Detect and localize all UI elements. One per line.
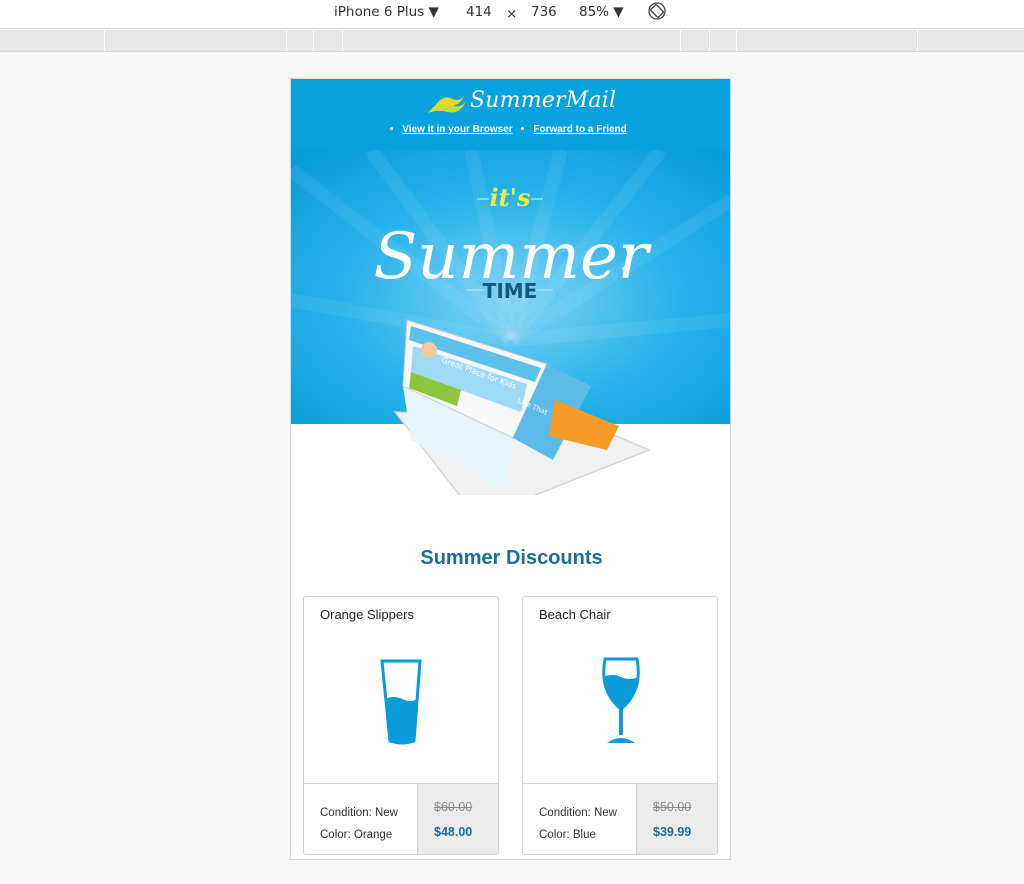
product-card[interactable]: Orange Slippers Condition: New Color: Or… [303,596,499,855]
height-input[interactable]: 736 [531,4,557,20]
wine-glass-icon [602,657,640,743]
email-header: SummerMail View it in your Browser Forwa… [291,79,730,150]
device-select[interactable]: iPhone 6 Plus ▼ [334,4,439,20]
email-preview: SummerMail View it in your Browser Forwa… [290,78,731,860]
product-specs: Condition: New Color: Blue [539,802,617,846]
brand-name: SummerMail [470,88,617,113]
product-color: Color: Orange [320,829,393,841]
new-price: $39.99 [653,825,692,839]
old-price: $60.00 [434,800,473,814]
times-separator: × [506,6,518,22]
media-query-ruler[interactable] [0,30,1024,52]
product-color: Color: Blue [539,829,596,841]
hero-time-text: TIME [483,279,538,303]
product-name: Beach Chair [539,607,611,622]
summer-hero-banner: it's Summer TIME Great Place for Kids Li… [291,150,730,495]
forward-to-friend-link[interactable]: Forward to a Friend [533,124,626,135]
header-links: View it in your Browser Forward to a Fri… [291,124,730,135]
old-price: $50.00 [653,800,692,814]
zoom-select[interactable]: 85% ▼ [579,4,624,20]
device-toolbar: iPhone 6 Plus ▼ 414 × 736 85% ▼ [0,0,1024,29]
section-title: Summer Discounts [420,547,603,569]
hero-its-text: it's [489,183,531,212]
product-footer: Condition: New Color: Blue $50.00 $39.99 [523,783,717,854]
product-name: Orange Slippers [320,607,414,622]
product-specs: Condition: New Color: Orange [320,802,398,846]
price-box: $50.00 $39.99 [636,784,717,854]
product-card[interactable]: Beach Chair Condition: New Color: Blue $… [522,596,718,855]
tall-glass-icon [380,659,422,745]
width-input[interactable]: 414 [466,4,492,20]
price-box: $60.00 $48.00 [417,784,498,854]
product-footer: Condition: New Color: Orange $60.00 $48.… [304,783,498,854]
product-condition: Condition: New [539,807,617,819]
view-in-browser-link[interactable]: View it in your Browser [402,124,512,135]
rotate-icon[interactable] [647,1,667,21]
product-condition: Condition: New [320,807,398,819]
new-price: $48.00 [434,825,473,839]
